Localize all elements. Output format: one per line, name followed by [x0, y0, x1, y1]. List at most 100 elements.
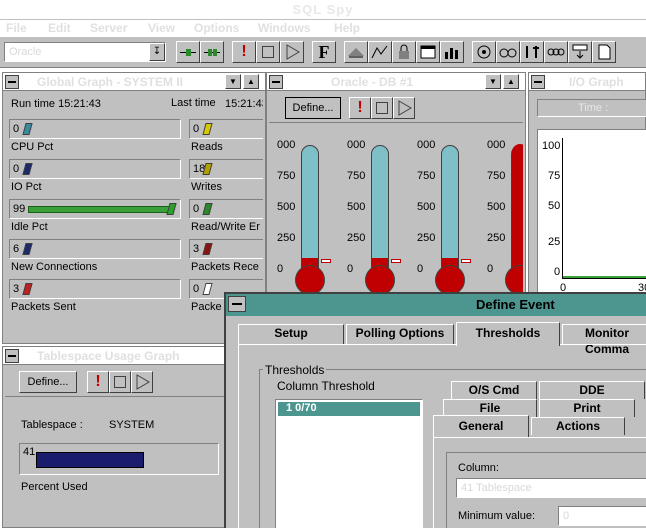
thermo-tick: 750 — [347, 170, 366, 182]
system-menu-icon[interactable] — [5, 75, 19, 89]
stat-label: Idle Pct — [11, 221, 48, 233]
runtime-label: Run time 15:21:43 — [11, 98, 101, 110]
threshold-list[interactable]: 1 0/70 — [275, 399, 423, 528]
io-series-line — [563, 276, 646, 278]
percent-used-label: Percent Used — [21, 481, 88, 493]
window-icon[interactable] — [416, 41, 440, 63]
y-tick-75: 75 — [548, 170, 561, 182]
minimum-value-input[interactable]: 0 — [558, 506, 646, 526]
tablespace-titlebar[interactable]: Tablespace Usage Graph — [3, 347, 237, 365]
gauge-icon — [22, 123, 33, 135]
ts-define-button[interactable]: Define... — [19, 371, 77, 393]
minimize-icon[interactable]: ▼ — [225, 74, 241, 89]
system-menu-icon[interactable] — [269, 75, 283, 89]
chevron-down-icon[interactable]: ↧ — [149, 43, 165, 61]
alert-icon[interactable]: ! — [349, 97, 371, 119]
database-icon[interactable] — [344, 41, 368, 63]
thermo-tick: 750 — [417, 170, 436, 182]
subtab-general[interactable]: General — [433, 415, 529, 437]
thermo-tick: 0 — [487, 263, 494, 275]
y-tick-100: 100 — [542, 140, 561, 152]
dialog-titlebar[interactable]: Define Event — [226, 294, 646, 316]
server-dropdown[interactable]: Oracle ↧ — [4, 42, 166, 62]
time-label: Time : — [578, 102, 609, 114]
alert-icon[interactable]: ! — [232, 41, 256, 63]
gauge-icon — [22, 243, 33, 255]
chain-icon[interactable] — [544, 41, 568, 63]
menu-options[interactable]: Options — [194, 21, 239, 35]
thermo-tick: 250 — [277, 232, 296, 244]
subtab-dde[interactable]: DDE — [539, 381, 645, 399]
tools-icon[interactable] — [520, 41, 544, 63]
db-graph-title: Oracle - DB #1 — [331, 75, 414, 89]
maximize-icon[interactable]: ▲ — [243, 74, 259, 89]
list-item[interactable]: 1 0/70 — [278, 402, 420, 416]
tab-monitor-commands[interactable]: Monitor Comma — [562, 324, 646, 356]
tab-polling-options[interactable]: Polling Options — [346, 324, 454, 344]
menu-help[interactable]: Help — [334, 21, 360, 35]
menu-windows[interactable]: Windows — [258, 21, 311, 35]
system-menu-icon[interactable] — [5, 349, 19, 363]
io-graph-title: I/O Graph — [569, 75, 624, 89]
target-icon[interactable] — [472, 41, 496, 63]
threshold-marker — [321, 259, 331, 263]
stop-icon[interactable] — [371, 97, 393, 119]
subtab-os-cmd[interactable]: O/S Cmd — [451, 381, 537, 399]
stat-label: Read/Write Er — [191, 221, 260, 233]
thermo-tick: 0 — [417, 263, 424, 275]
system-menu-icon[interactable] — [531, 75, 545, 89]
stat-value: 0 — [193, 123, 200, 135]
export-icon[interactable] — [568, 41, 592, 63]
maximize-icon[interactable]: ▲ — [503, 74, 519, 89]
stop-icon[interactable] — [256, 41, 280, 63]
thermometer-tube — [441, 145, 459, 269]
io-graph-titlebar[interactable]: I/O Graph — [529, 73, 645, 91]
play-icon[interactable] — [393, 97, 415, 119]
percent-used-value: 41 — [23, 446, 36, 458]
db-graph-titlebar[interactable]: Oracle - DB #1 ▼ ▲ — [267, 73, 525, 91]
stat-label: IO Pct — [11, 181, 42, 193]
connect-icon[interactable] — [176, 41, 200, 63]
gauge-icon — [166, 203, 177, 215]
stat-field: 18 — [189, 159, 263, 179]
define-button[interactable]: Define... — [285, 97, 341, 119]
server-dropdown-value: Oracle — [9, 46, 42, 58]
play-icon[interactable] — [131, 371, 153, 393]
stat-value: 0 — [13, 163, 20, 175]
document-icon[interactable] — [592, 41, 616, 63]
global-stats-titlebar[interactable]: Global Graph - SYSTEM II ▼ ▲ — [3, 73, 265, 91]
stat-value: 6 — [13, 243, 20, 255]
alert-icon[interactable]: ! — [87, 371, 109, 393]
menu-file[interactable]: File — [6, 21, 27, 35]
stop-icon[interactable] — [109, 371, 131, 393]
minimum-value-label: Minimum value: — [458, 510, 536, 522]
binoculars-icon[interactable] — [496, 41, 520, 63]
stat-label: Packets Sent — [11, 301, 76, 313]
tab-thresholds[interactable]: Thresholds — [456, 322, 560, 346]
stat-value: 0 — [13, 123, 20, 135]
lock-icon[interactable] — [392, 41, 416, 63]
thermo-tick: 750 — [487, 170, 506, 182]
tab-setup[interactable]: Setup — [238, 324, 344, 344]
gauge-icon — [202, 243, 213, 255]
thresholds-section-label: Thresholds — [263, 363, 327, 377]
subtab-actions[interactable]: Actions — [531, 417, 625, 435]
stat-field: 0 — [189, 119, 263, 139]
x-axis-line — [562, 278, 646, 279]
disconnect-icon[interactable] — [200, 41, 224, 63]
column-select[interactable]: 41 Tablespace — [456, 478, 646, 498]
chart-tools-icon[interactable] — [368, 41, 392, 63]
filter-icon[interactable]: F — [312, 41, 336, 63]
thermometer-tube — [301, 145, 319, 269]
thermo-tick: 0 — [277, 263, 284, 275]
subtab-print[interactable]: Print — [539, 399, 635, 417]
menu-view[interactable]: View — [148, 21, 175, 35]
system-menu-icon[interactable] — [228, 296, 246, 312]
minimize-icon[interactable]: ▼ — [485, 74, 501, 89]
play-icon[interactable] — [280, 41, 304, 63]
y-tick-25: 25 — [548, 236, 561, 248]
bar-chart-icon[interactable] — [440, 41, 464, 63]
thermometer-tube — [371, 145, 389, 269]
menu-server[interactable]: Server — [90, 21, 127, 35]
menu-edit[interactable]: Edit — [48, 21, 71, 35]
